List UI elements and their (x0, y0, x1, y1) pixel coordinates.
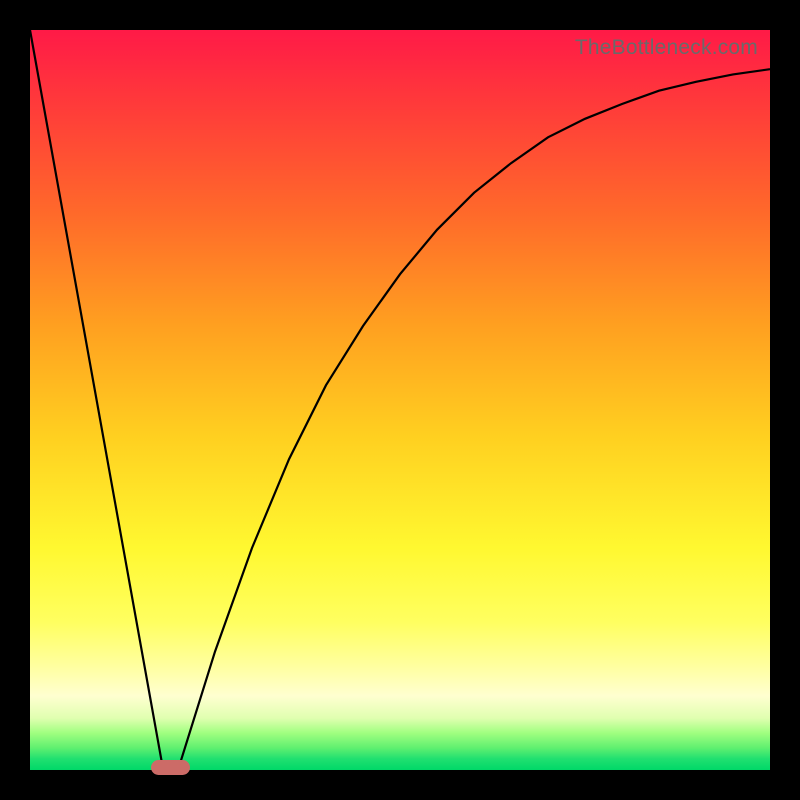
bottleneck-curve (30, 30, 770, 770)
plot-area: TheBottleneck.com (30, 30, 770, 770)
curve-path (30, 30, 770, 770)
chart-frame: TheBottleneck.com (0, 0, 800, 800)
optimum-marker (151, 760, 189, 775)
